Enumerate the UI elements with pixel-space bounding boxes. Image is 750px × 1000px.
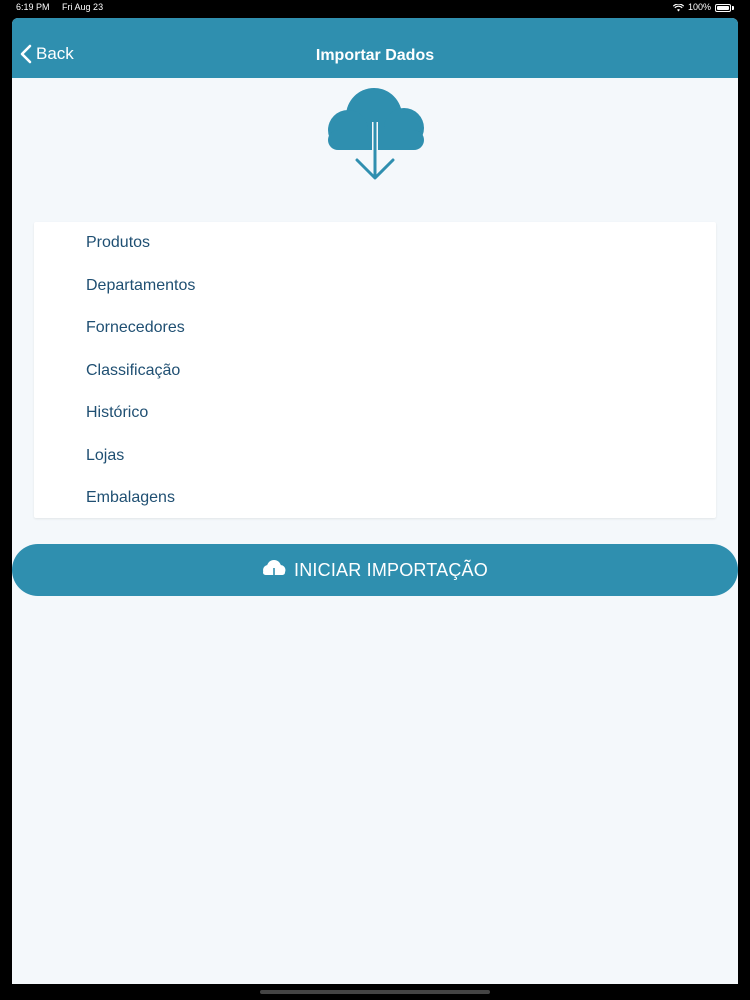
list-item-produtos[interactable]: Produtos bbox=[34, 222, 716, 265]
wifi-icon bbox=[672, 3, 684, 11]
list-item-fornecedores[interactable]: Fornecedores bbox=[34, 307, 716, 350]
home-indicator bbox=[260, 990, 490, 994]
app-screen: Back Importar Dados Produtos Departament… bbox=[12, 18, 738, 984]
list-item-departamentos[interactable]: Departamentos bbox=[34, 265, 716, 308]
battery-tip bbox=[732, 5, 734, 10]
navigation-bar: Back Importar Dados bbox=[12, 18, 738, 78]
status-left: 6:19 PM Fri Aug 23 bbox=[16, 0, 113, 15]
battery-icon bbox=[715, 3, 731, 12]
status-bar: 6:19 PM Fri Aug 23 100% bbox=[0, 0, 750, 16]
start-import-button[interactable]: INICIAR IMPORTAÇÃO bbox=[12, 544, 738, 596]
cloud-download-icon bbox=[263, 560, 286, 581]
start-import-label: INICIAR IMPORTAÇÃO bbox=[294, 559, 488, 580]
cloud-download-icon bbox=[328, 88, 424, 180]
list-item-lojas[interactable]: Lojas bbox=[34, 435, 716, 478]
list-item-embalagens[interactable]: Embalagens bbox=[34, 477, 716, 520]
status-right: 100% bbox=[672, 0, 734, 15]
import-options-list: Produtos Departamentos Fornecedores Clas… bbox=[34, 222, 716, 518]
list-item-classificacao[interactable]: Classificação bbox=[34, 350, 716, 393]
list-item-historico[interactable]: Histórico bbox=[34, 392, 716, 435]
status-time: 6:19 PM bbox=[16, 2, 50, 12]
battery-percent: 100% bbox=[687, 2, 711, 12]
page-title: Importar Dados bbox=[315, 47, 435, 64]
status-date: Fri Aug 23 bbox=[62, 2, 104, 12]
